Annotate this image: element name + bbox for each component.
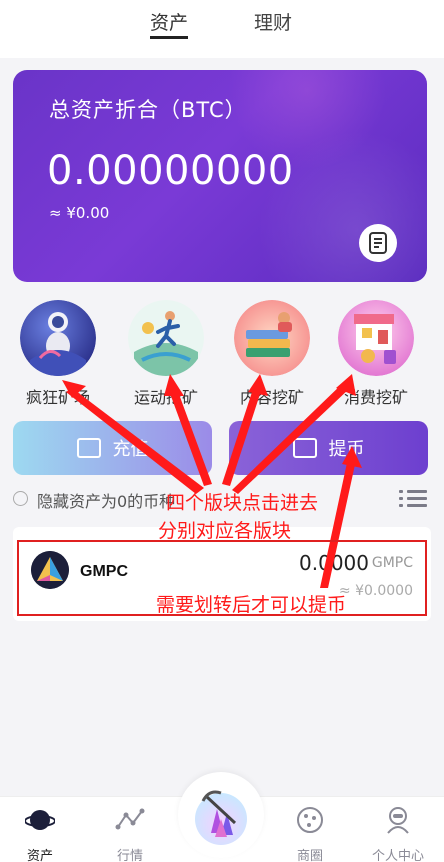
module-consumption-mining[interactable]: 消费挖矿 <box>326 300 426 408</box>
runner-icon <box>128 300 204 376</box>
module-sports-mining[interactable]: 运动挖矿 <box>116 300 216 408</box>
annotation-line1: 四个版块点击进去 <box>166 492 319 514</box>
crystal-icon <box>195 790 247 845</box>
module-crazy-mine[interactable]: 疯狂矿场 <box>8 300 108 408</box>
astronaut-icon <box>20 300 96 376</box>
deposit-button[interactable]: 充值 <box>13 421 212 475</box>
module-label: 消费挖矿 <box>343 388 408 407</box>
hide-zero-label[interactable]: 隐藏资产为0的币种 <box>37 488 175 512</box>
withdraw-button[interactable]: 提币 <box>229 421 428 475</box>
tab-assets[interactable]: 资产 <box>150 8 188 35</box>
top-tabs: 资产 理财 <box>0 0 444 58</box>
note-icon <box>369 232 387 254</box>
nav-label: 个人中心 <box>371 849 424 862</box>
module-label: 疯狂矿场 <box>25 388 90 407</box>
module-content-mining[interactable]: 内容挖矿 <box>222 300 322 408</box>
records-button[interactable] <box>359 224 397 262</box>
nav-assets[interactable]: 资产 <box>0 805 80 862</box>
annotation-line2: 分别对应各版块 <box>158 520 292 542</box>
tab-underline <box>150 36 188 39</box>
annotation-line3: 需要划转后才可以提币 <box>156 594 347 616</box>
books-icon <box>234 300 310 376</box>
total-assets-title: 总资产折合（BTC） <box>49 98 247 122</box>
nav-label: 行情 <box>116 849 143 862</box>
chart-icon <box>115 808 145 830</box>
shopping-icon <box>338 300 414 376</box>
total-assets-amount: 0.00000000 <box>47 148 294 194</box>
list-view-icon[interactable] <box>399 488 427 510</box>
planet-icon <box>24 810 56 830</box>
withdraw-label: 提币 <box>328 439 365 460</box>
deposit-label: 充值 <box>112 439 149 460</box>
total-assets-cny: ≈ ¥0.00 <box>49 204 110 222</box>
deposit-icon <box>76 438 101 458</box>
withdraw-icon <box>292 438 317 458</box>
nav-profile[interactable]: 个人中心 <box>358 805 438 862</box>
tab-finance[interactable]: 理财 <box>254 8 292 35</box>
total-assets-card: 总资产折合（BTC） 0.00000000 ≈ ¥0.00 <box>13 70 427 282</box>
module-label: 运动挖矿 <box>133 388 198 407</box>
nav-mining-center[interactable] <box>178 772 264 858</box>
nav-label: 资产 <box>26 849 53 862</box>
nav-business[interactable]: 商圈 <box>270 805 350 862</box>
person-icon <box>387 807 409 834</box>
cookie-icon <box>297 807 323 833</box>
nav-market[interactable]: 行情 <box>90 805 170 862</box>
hide-zero-radio[interactable] <box>13 491 28 506</box>
nav-label: 商圈 <box>296 849 323 862</box>
module-label: 内容挖矿 <box>239 388 304 407</box>
